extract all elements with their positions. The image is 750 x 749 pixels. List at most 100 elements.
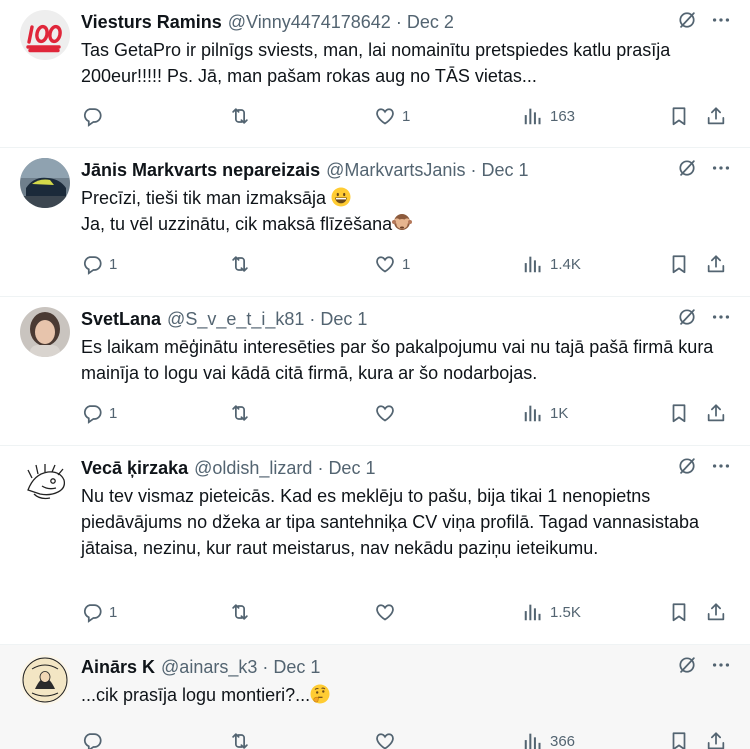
grok-icon[interactable] xyxy=(676,654,698,676)
more-icon[interactable] xyxy=(710,306,732,328)
tweet-text-line-2: Ja, tu vēl uzzinātu, cik maksā flīzēšana xyxy=(81,214,393,234)
reply-button[interactable] xyxy=(81,105,109,127)
avatar[interactable] xyxy=(20,10,70,60)
reply-count: 1 xyxy=(109,404,118,422)
like-button[interactable] xyxy=(374,402,402,424)
more-icon[interactable] xyxy=(710,455,732,477)
retweet-button[interactable] xyxy=(229,730,257,749)
avatar[interactable] xyxy=(20,307,70,357)
heart-icon xyxy=(374,253,396,275)
tweet-text: Precīzi, tieši tik man izmaksāja Ja, tu … xyxy=(81,185,721,237)
retweet-icon xyxy=(229,105,251,127)
avatar[interactable] xyxy=(20,456,70,506)
separator-dot: · xyxy=(262,656,269,677)
reply-count: 1 xyxy=(109,255,118,273)
share-icon xyxy=(705,402,727,424)
views-button[interactable]: 163 xyxy=(522,105,575,127)
share-button[interactable] xyxy=(705,601,727,623)
author-name[interactable]: Jānis Markvarts nepareizais xyxy=(81,160,320,181)
grok-icon[interactable] xyxy=(676,157,698,179)
bookmark-button[interactable] xyxy=(668,601,690,623)
bookmark-button[interactable] xyxy=(668,253,690,275)
more-icon[interactable] xyxy=(710,654,732,676)
more-icon[interactable] xyxy=(710,9,732,31)
author-handle[interactable]: @oldish_lizard xyxy=(194,458,312,479)
grok-icon[interactable] xyxy=(676,9,698,31)
reply-button[interactable] xyxy=(81,730,109,749)
views-chart-icon xyxy=(522,730,544,749)
share-button[interactable] xyxy=(705,105,727,127)
author-handle[interactable]: @S_v_e_t_i_k81 xyxy=(167,309,304,330)
share-button[interactable] xyxy=(705,402,727,424)
author-handle[interactable]: @Vinny4474178642 xyxy=(228,12,391,33)
retweet-button[interactable] xyxy=(229,402,257,424)
bookmark-button[interactable] xyxy=(668,402,690,424)
author-handle[interactable]: @ainars_k3 xyxy=(161,657,257,678)
tweet-text: ...cik prasīja logu montieri?... xyxy=(81,682,721,708)
like-button[interactable] xyxy=(374,730,402,749)
retweet-button[interactable] xyxy=(229,253,257,275)
views-chart-icon xyxy=(522,105,544,127)
more-icon[interactable] xyxy=(710,157,732,179)
tweet-text: Es laikam mēģinātu interesēties par šo p… xyxy=(81,337,719,383)
share-icon xyxy=(705,601,727,623)
tweet-date[interactable]: Dec 1 xyxy=(320,309,367,330)
reply-icon xyxy=(81,253,103,275)
view-count: 163 xyxy=(550,107,576,125)
author-name[interactable]: Ainārs K xyxy=(81,657,155,678)
bookmark-button[interactable] xyxy=(668,730,690,749)
tweet-text-line-1: Precīzi, tieši tik man izmaksāja xyxy=(81,188,327,208)
bookmark-button[interactable] xyxy=(668,105,690,127)
view-count: 1K xyxy=(550,404,569,422)
views-button[interactable]: 1.4K xyxy=(522,253,581,275)
action-bar: 1 163 xyxy=(81,103,732,129)
action-bar: 1 1 1.4K xyxy=(81,251,732,277)
grok-icon[interactable] xyxy=(676,306,698,328)
retweet-button[interactable] xyxy=(229,601,257,623)
reply-button[interactable]: 1 xyxy=(81,601,117,623)
like-count: 1 xyxy=(402,255,411,273)
woman-photo-icon xyxy=(20,307,70,357)
tweet-2[interactable]: Jānis Markvarts nepareizais @MarkvartsJa… xyxy=(0,148,750,297)
bookmark-icon xyxy=(668,730,690,749)
tweet-text: Nu tev vismaz pieteicās. Kad es meklēju … xyxy=(81,486,705,558)
tweet-5[interactable]: Ainārs K @ainars_k3 · Dec 1 ...cik prasī… xyxy=(0,645,750,749)
reply-button[interactable]: 1 xyxy=(81,402,117,424)
retweet-icon xyxy=(229,402,251,424)
grok-icon[interactable] xyxy=(676,455,698,477)
tweet-date[interactable]: Dec 1 xyxy=(481,160,528,181)
like-button[interactable]: 1 xyxy=(374,253,410,275)
tweet-date[interactable]: Dec 2 xyxy=(407,12,454,33)
retweet-button[interactable] xyxy=(229,105,257,127)
share-button[interactable] xyxy=(705,253,727,275)
reply-icon xyxy=(81,105,103,127)
views-button[interactable]: 366 xyxy=(522,730,575,749)
views-button[interactable]: 1K xyxy=(522,402,568,424)
share-button[interactable] xyxy=(705,730,727,749)
author-handle[interactable]: @MarkvartsJanis xyxy=(326,160,465,181)
views-button[interactable]: 1.5K xyxy=(522,601,581,623)
tweet-4[interactable]: Vecā ķirzaka @oldish_lizard · Dec 1 Nu t… xyxy=(0,446,750,645)
view-count: 1.4K xyxy=(550,255,581,273)
bookmark-icon xyxy=(668,402,690,424)
share-icon xyxy=(705,253,727,275)
author-name[interactable]: SvetLana xyxy=(81,309,161,330)
like-button[interactable]: 1 xyxy=(374,105,410,127)
like-button[interactable] xyxy=(374,601,402,623)
heart-icon xyxy=(374,105,396,127)
avatar[interactable] xyxy=(20,158,70,208)
tweet-1[interactable]: Viesturs Ramins @Vinny4474178642 · Dec 2… xyxy=(0,0,750,148)
tweet-date[interactable]: Dec 1 xyxy=(328,458,375,479)
cartoon-badge-icon xyxy=(20,655,70,705)
tweet-date[interactable]: Dec 1 xyxy=(273,657,320,678)
tweet-3[interactable]: SvetLana @S_v_e_t_i_k81 · Dec 1 Es laika… xyxy=(0,297,750,446)
reply-button[interactable]: 1 xyxy=(81,253,117,275)
avatar[interactable] xyxy=(20,655,70,705)
bookmark-icon xyxy=(668,253,690,275)
separator-dot: · xyxy=(317,457,324,478)
car-photo-icon xyxy=(20,158,70,208)
hundred-points-icon xyxy=(20,10,70,60)
author-name[interactable]: Vecā ķirzaka xyxy=(81,458,188,479)
views-chart-icon xyxy=(522,601,544,623)
author-name[interactable]: Viesturs Ramins xyxy=(81,12,222,33)
